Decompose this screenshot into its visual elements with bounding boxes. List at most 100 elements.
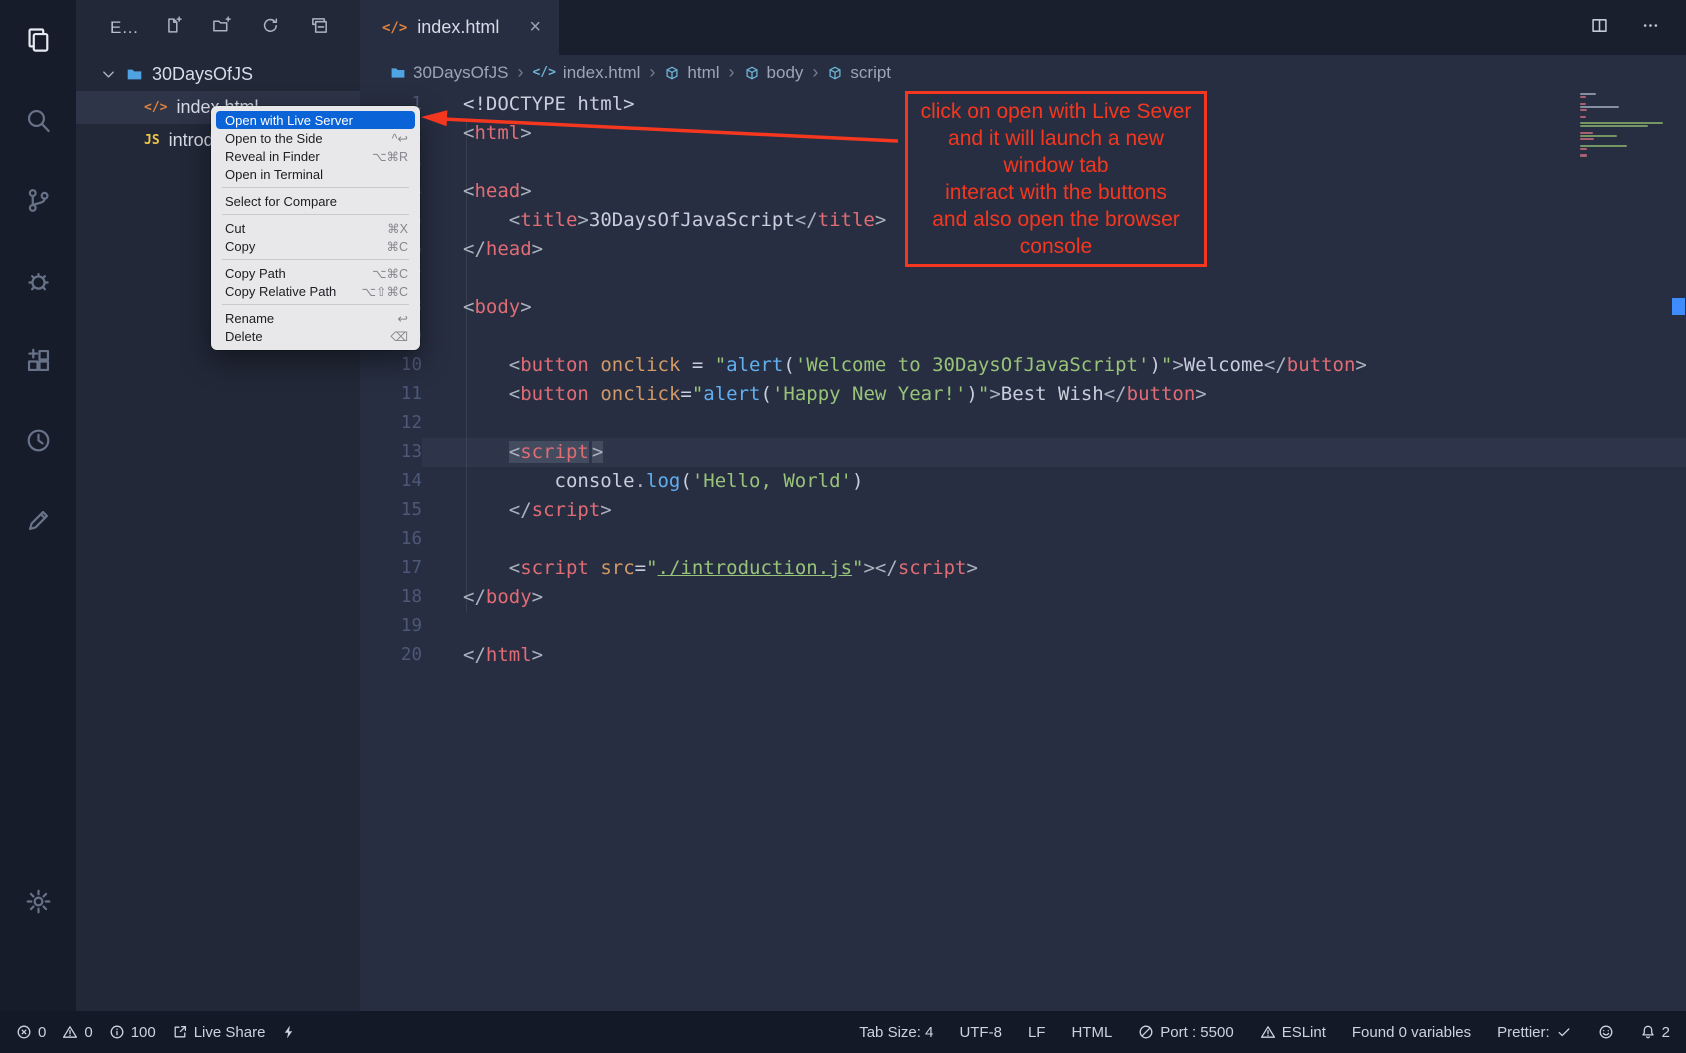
menu-item-open-in-terminal[interactable]: Open in Terminal: [211, 165, 420, 183]
breadcrumb-body[interactable]: body: [744, 63, 804, 83]
annotation-line: console: [910, 233, 1202, 260]
line-number: 18: [360, 583, 422, 612]
status-live-server-port-label: Port : 5500: [1160, 1024, 1233, 1041]
new-file-button[interactable]: [163, 16, 182, 40]
menu-item-label: Open to the Side: [225, 131, 323, 146]
line-text: [422, 612, 1686, 641]
menu-item-cut[interactable]: Cut⌘X: [211, 219, 420, 237]
status-bar-left: 00 100 Live Share: [16, 1024, 297, 1041]
activity-bar-search-button[interactable]: [0, 80, 76, 160]
status-language-mode[interactable]: HTML: [1071, 1024, 1112, 1041]
line-text: <script src="./introduction.js"></script…: [422, 554, 1686, 583]
activity-bar-explorer-button[interactable]: [0, 0, 76, 80]
more-actions-button[interactable]: [1641, 16, 1660, 40]
collapse-folders-icon: [310, 16, 329, 35]
activity-bar-feedback-button[interactable]: [0, 480, 76, 560]
menu-item-shortcut: ↩: [398, 311, 408, 326]
status-feedback-smiley[interactable]: [1598, 1024, 1614, 1040]
breadcrumb-script[interactable]: script: [827, 63, 891, 83]
cube-icon: [827, 65, 843, 81]
menu-item-select-for-compare[interactable]: Select for Compare: [211, 192, 420, 210]
status-live-server-port[interactable]: Port : 5500: [1138, 1024, 1233, 1041]
status-prettier-check-icon: [1556, 1024, 1572, 1040]
status-eol[interactable]: LF: [1028, 1024, 1046, 1041]
cube-icon: [664, 65, 680, 81]
code-line-18: 18</body>: [360, 583, 1686, 612]
status-quick-action[interactable]: [281, 1024, 297, 1040]
tab-index-html[interactable]: </>index.html×: [360, 0, 559, 55]
menu-item-shortcut: ⌥⌘R: [372, 149, 408, 164]
menu-item-rename[interactable]: Rename ↩: [211, 309, 420, 327]
breadcrumb-index-html[interactable]: </>index.html: [532, 63, 640, 83]
refresh-explorer-icon: [261, 16, 280, 35]
status-eslint[interactable]: ESLint: [1260, 1024, 1326, 1041]
minimap[interactable]: [1580, 93, 1668, 158]
status-encoding[interactable]: UTF-8: [959, 1024, 1002, 1041]
menu-item-copy-relative-path[interactable]: Copy Relative Path⌥⇧⌘C: [211, 282, 420, 300]
status-prettier-label: Prettier:: [1497, 1024, 1550, 1041]
code-line-16: 16: [360, 525, 1686, 554]
annotation-line: and also open the browser: [910, 206, 1202, 233]
code-line-20: 20</html>: [360, 641, 1686, 670]
menu-item-copy[interactable]: Copy⌘C: [211, 237, 420, 255]
new-folder-button[interactable]: [212, 16, 231, 40]
status-warnings[interactable]: 0: [62, 1024, 92, 1041]
menu-item-delete[interactable]: Delete⌫: [211, 327, 420, 345]
search-icon: [25, 107, 52, 134]
code-line-8: 8<body>: [360, 293, 1686, 322]
overview-ruler-marker: [1672, 298, 1685, 315]
line-number: 20: [360, 641, 422, 670]
split-editor-button[interactable]: [1590, 16, 1609, 40]
line-number: 17: [360, 554, 422, 583]
status-quick-action-bolt-icon: [281, 1024, 297, 1040]
menu-item-open-with-live-server[interactable]: Open with Live Server: [216, 111, 415, 129]
minimap-line: [1580, 125, 1648, 127]
close-icon[interactable]: ×: [529, 16, 541, 39]
status-live-share-label: Live Share: [194, 1024, 266, 1041]
breadcrumb-label: 30DaysOfJS: [413, 63, 508, 83]
menu-item-copy-path[interactable]: Copy Path⌥⌘C: [211, 264, 420, 282]
collapse-folders-button[interactable]: [310, 16, 329, 40]
line-text: </html>: [422, 641, 1686, 670]
code-line-15: 15 </script>: [360, 496, 1686, 525]
line-number: 10: [360, 351, 422, 380]
tab-bar: </>index.html×: [360, 0, 1686, 55]
tree-folder-30daysofjs[interactable]: 30DaysOfJS: [76, 58, 360, 91]
menu-item-label: Delete: [225, 329, 263, 344]
refresh-explorer-button[interactable]: [261, 16, 280, 40]
menu-separator: [222, 259, 409, 260]
status-prettier[interactable]: Prettier:: [1497, 1024, 1572, 1041]
status-live-share[interactable]: Live Share: [172, 1024, 266, 1041]
menu-item-label: Copy Relative Path: [225, 284, 336, 299]
minimap-line: [1580, 154, 1587, 156]
context-menu: Open with Live ServerOpen to the Side^↩R…: [211, 106, 420, 350]
status-errors[interactable]: 0: [16, 1024, 46, 1041]
breadcrumb-30daysofjs[interactable]: 30DaysOfJS: [390, 63, 508, 83]
activity-bar: [0, 0, 76, 1011]
activity-bar-settings-button[interactable]: [0, 861, 76, 941]
status-variables[interactable]: Found 0 variables: [1352, 1024, 1471, 1041]
menu-item-label: Rename: [225, 311, 274, 326]
status-live-share-liveshare-icon: [172, 1024, 188, 1040]
activity-bar-extensions-button[interactable]: [0, 320, 76, 400]
activity-bar-source-control-button[interactable]: [0, 160, 76, 240]
status-notifications-label: 2: [1662, 1024, 1670, 1041]
chevron-down-icon: [100, 66, 117, 83]
menu-item-shortcut: ⌘C: [386, 239, 408, 254]
status-tab-size[interactable]: Tab Size: 4: [859, 1024, 933, 1041]
activity-bar-history-button[interactable]: [0, 400, 76, 480]
menu-item-label: Open with Live Server: [225, 113, 353, 128]
menu-item-reveal-in-finder[interactable]: Reveal in Finder⌥⌘R: [211, 147, 420, 165]
history-icon: [25, 427, 52, 454]
status-info-count[interactable]: 100: [109, 1024, 156, 1041]
status-variables-label: Found 0 variables: [1352, 1024, 1471, 1041]
breadcrumb-html[interactable]: html: [664, 63, 719, 83]
line-text: [422, 322, 1686, 351]
line-number: 11: [360, 380, 422, 409]
explorer-icon: [25, 27, 52, 54]
activity-bar-run-debug-button[interactable]: [0, 240, 76, 320]
code-line-14: 14 console.log('Hello, World'): [360, 467, 1686, 496]
menu-item-open-to-the-side[interactable]: Open to the Side^↩: [211, 129, 420, 147]
code-line-7: 7: [360, 264, 1686, 293]
status-notifications[interactable]: 2: [1640, 1024, 1670, 1041]
